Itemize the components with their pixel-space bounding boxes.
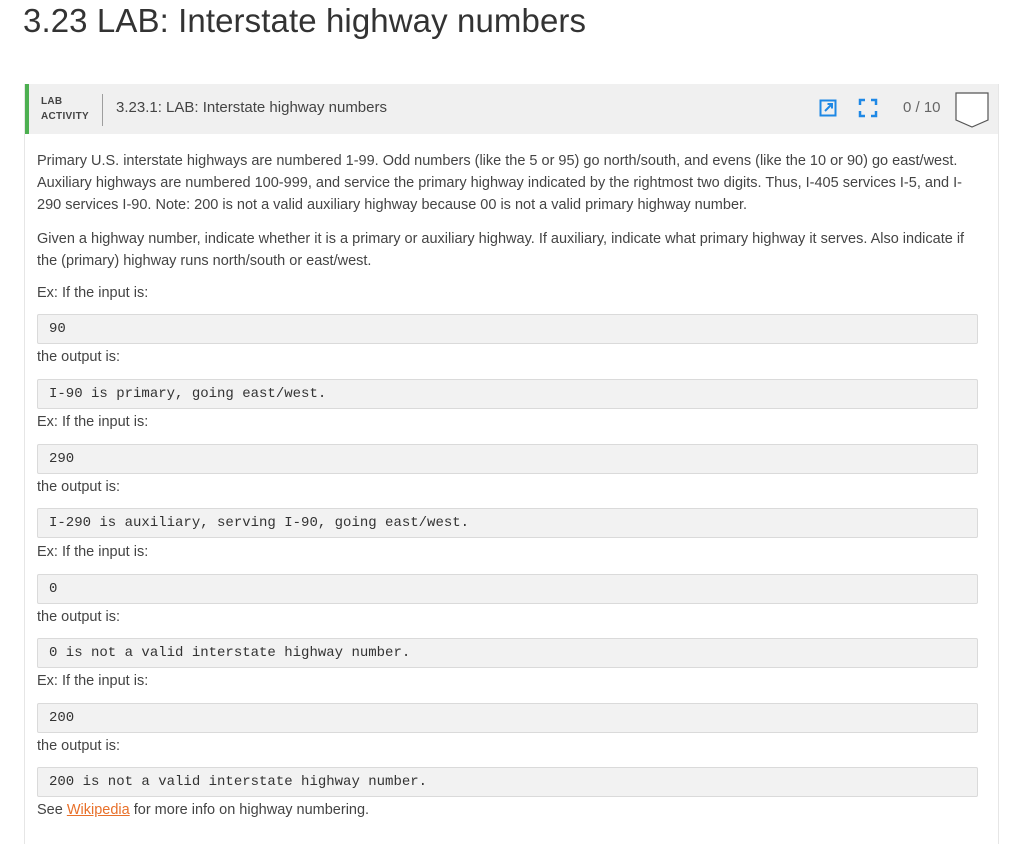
lab-card: LAB ACTIVITY 3.23.1: LAB: Interstate hig… (24, 84, 999, 844)
example-output-label: the output is: (37, 738, 121, 754)
lab-tag-line2: ACTIVITY (41, 111, 89, 122)
example-output-box: I-90 is primary, going east/west. (37, 379, 978, 409)
open-external-button[interactable] (818, 98, 838, 118)
page-title: 3.23 LAB: Interstate highway numbers (23, 2, 587, 39)
wikipedia-link[interactable]: Wikipedia (67, 802, 130, 818)
example-input-label: Ex: If the input is: (37, 544, 149, 560)
example-input-label: Ex: If the input is: (37, 673, 149, 689)
example-input-box: 290 (37, 444, 978, 474)
example-output-label: the output is: (37, 349, 121, 365)
example-input-label: Ex: If the input is: (37, 414, 149, 430)
example-output-box: 0 is not a valid interstate highway numb… (37, 638, 978, 668)
score-badge-icon (955, 92, 989, 128)
footer-suffix: for more info on highway numbering. (129, 802, 370, 818)
lab-activity-tag: LAB ACTIVITY (41, 94, 89, 124)
footer-prefix: See (37, 802, 67, 818)
example-input-box: 200 (37, 703, 978, 733)
example-output-label: the output is: (37, 479, 121, 495)
header-divider (102, 94, 103, 126)
example-input-label: Ex: If the input is: (37, 285, 149, 301)
example-input-box: 0 (37, 574, 978, 604)
example-output-label: the output is: (37, 609, 121, 625)
fullscreen-button[interactable] (858, 98, 878, 118)
lab-tag-line1: LAB (41, 96, 63, 107)
footer-note: See Wikipedia for more info on highway n… (37, 799, 369, 821)
example-input-box: 90 (37, 314, 978, 344)
description-paragraph-2: Given a highway number, indicate whether… (37, 231, 965, 269)
description-paragraph-1: Primary U.S. interstate highways are num… (37, 153, 962, 213)
example-output-box: 200 is not a valid interstate highway nu… (37, 767, 978, 797)
score-text: 0 / 10 (903, 99, 941, 116)
open-external-icon (819, 99, 837, 117)
lab-header: LAB ACTIVITY 3.23.1: LAB: Interstate hig… (25, 84, 998, 134)
example-output-box: I-290 is auxiliary, serving I-90, going … (37, 508, 978, 538)
lab-title: 3.23.1: LAB: Interstate highway numbers (116, 99, 387, 116)
fullscreen-icon (858, 98, 878, 118)
